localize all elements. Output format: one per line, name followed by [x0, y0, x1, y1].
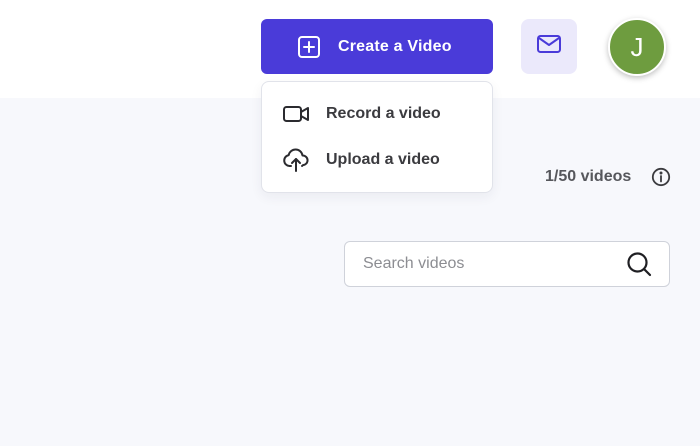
user-avatar[interactable]: J	[608, 18, 666, 76]
avatar-initial: J	[630, 31, 644, 62]
menu-item-label: Upload a video	[326, 151, 440, 168]
search-input[interactable]	[363, 252, 603, 276]
create-video-menu: Record a video Upload a video	[261, 81, 493, 193]
menu-item-upload-video[interactable]: Upload a video	[262, 140, 492, 180]
menu-item-label: Record a video	[326, 105, 441, 122]
create-video-button[interactable]: Create a Video	[261, 19, 493, 74]
search-icon[interactable]	[625, 250, 653, 278]
messages-button[interactable]	[521, 19, 577, 74]
mail-icon	[535, 30, 563, 63]
create-video-label: Create a Video	[338, 37, 452, 55]
video-camera-icon	[282, 100, 310, 128]
search-box	[344, 241, 670, 287]
info-icon[interactable]	[651, 167, 671, 187]
video-count: 1/50 videos	[545, 168, 632, 185]
cloud-upload-icon	[282, 146, 310, 174]
plus-square-icon	[297, 35, 321, 59]
menu-item-record-video[interactable]: Record a video	[262, 94, 492, 134]
